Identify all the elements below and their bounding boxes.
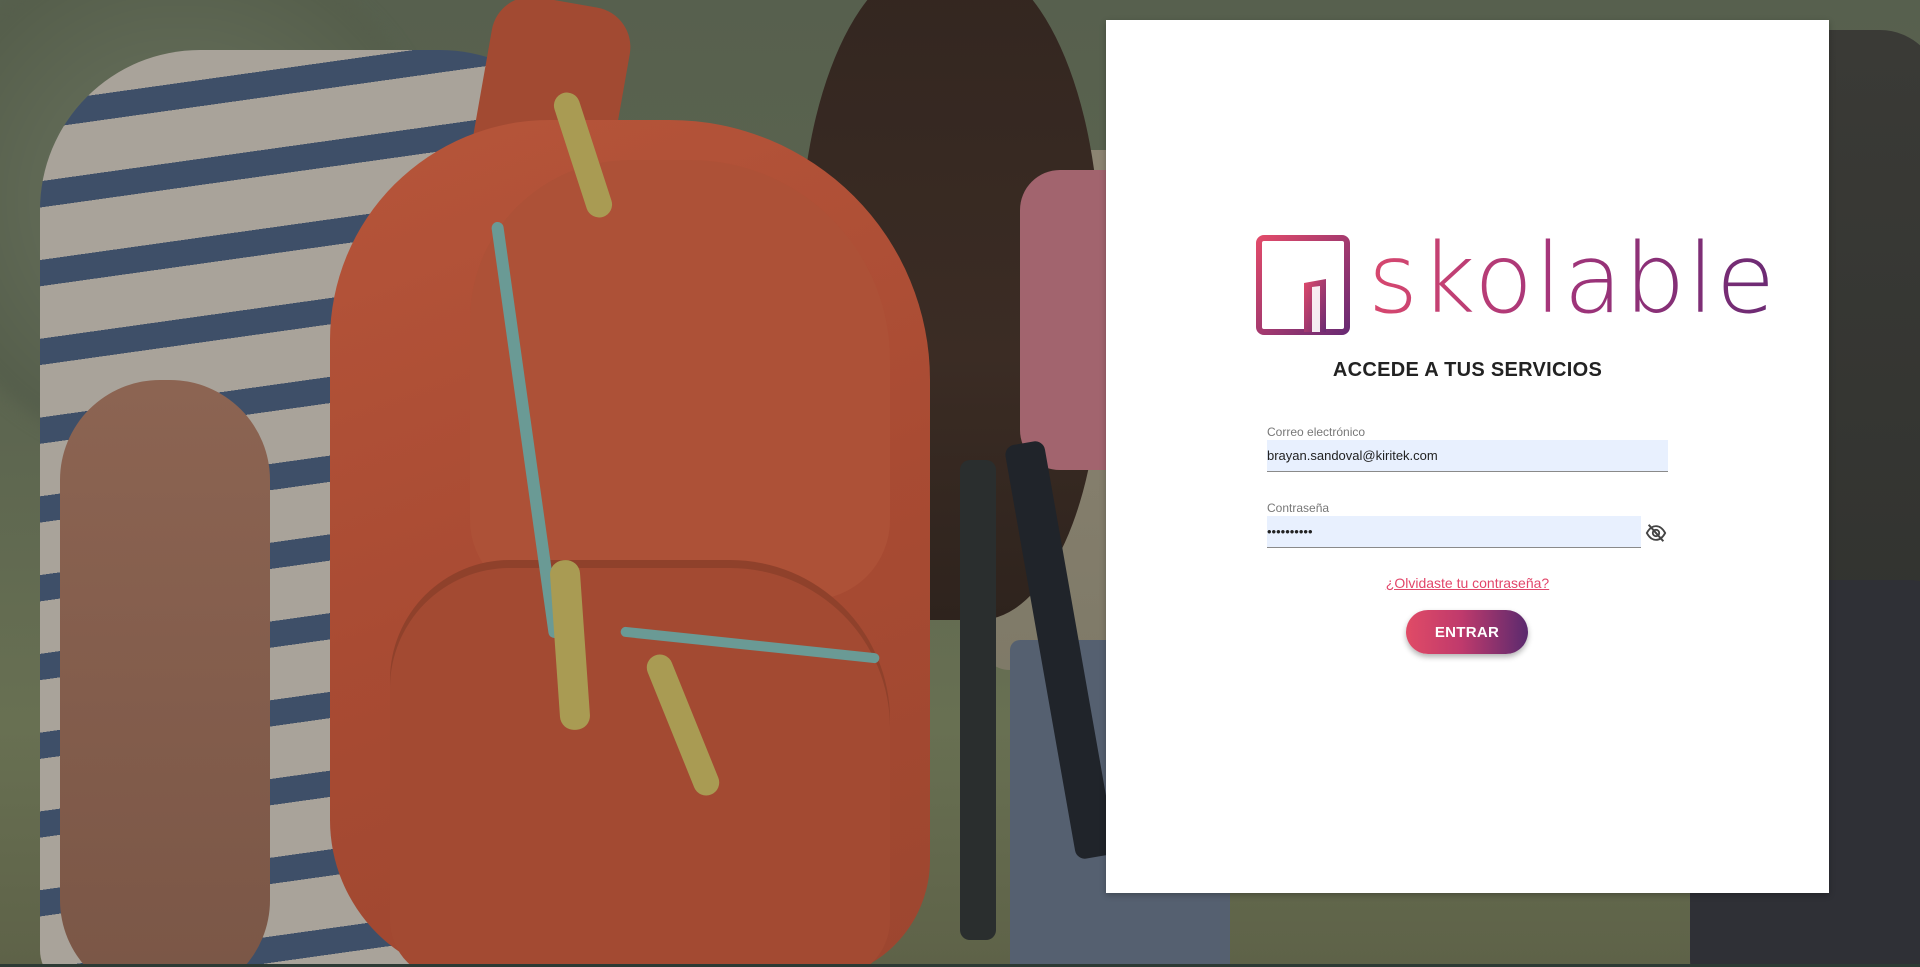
password-input-box	[1267, 516, 1641, 548]
login-button[interactable]: ENTRAR	[1406, 610, 1528, 654]
email-label: Correo electrónico	[1267, 425, 1366, 439]
skolable-logo-icon	[1256, 235, 1350, 335]
brand-logo: skolable	[1256, 230, 1775, 340]
login-title: ACCEDE A TUS SERVICIOS	[1332, 359, 1603, 381]
password-field-group: Contraseña	[1267, 501, 1668, 548]
forgot-password-link[interactable]: ¿Olvidaste tu contraseña?	[1106, 575, 1829, 591]
backpack-side-strap	[960, 460, 996, 940]
eye-off-icon[interactable]	[1643, 520, 1669, 546]
brand-name: skolable	[1368, 223, 1778, 335]
email-field-group: Correo electrónico	[1267, 425, 1668, 472]
backpack-flap	[470, 160, 890, 600]
eye-off-icon-glyph	[1645, 524, 1667, 542]
email-input[interactable]	[1267, 440, 1668, 471]
password-input[interactable]	[1267, 516, 1641, 547]
password-label: Contraseña	[1267, 501, 1330, 515]
email-input-box	[1267, 440, 1668, 472]
backpack-pocket	[390, 560, 890, 967]
background-arm	[60, 380, 270, 967]
login-card: skolable ACCEDE A TUS SERVICIOS Correo e…	[1106, 20, 1829, 893]
